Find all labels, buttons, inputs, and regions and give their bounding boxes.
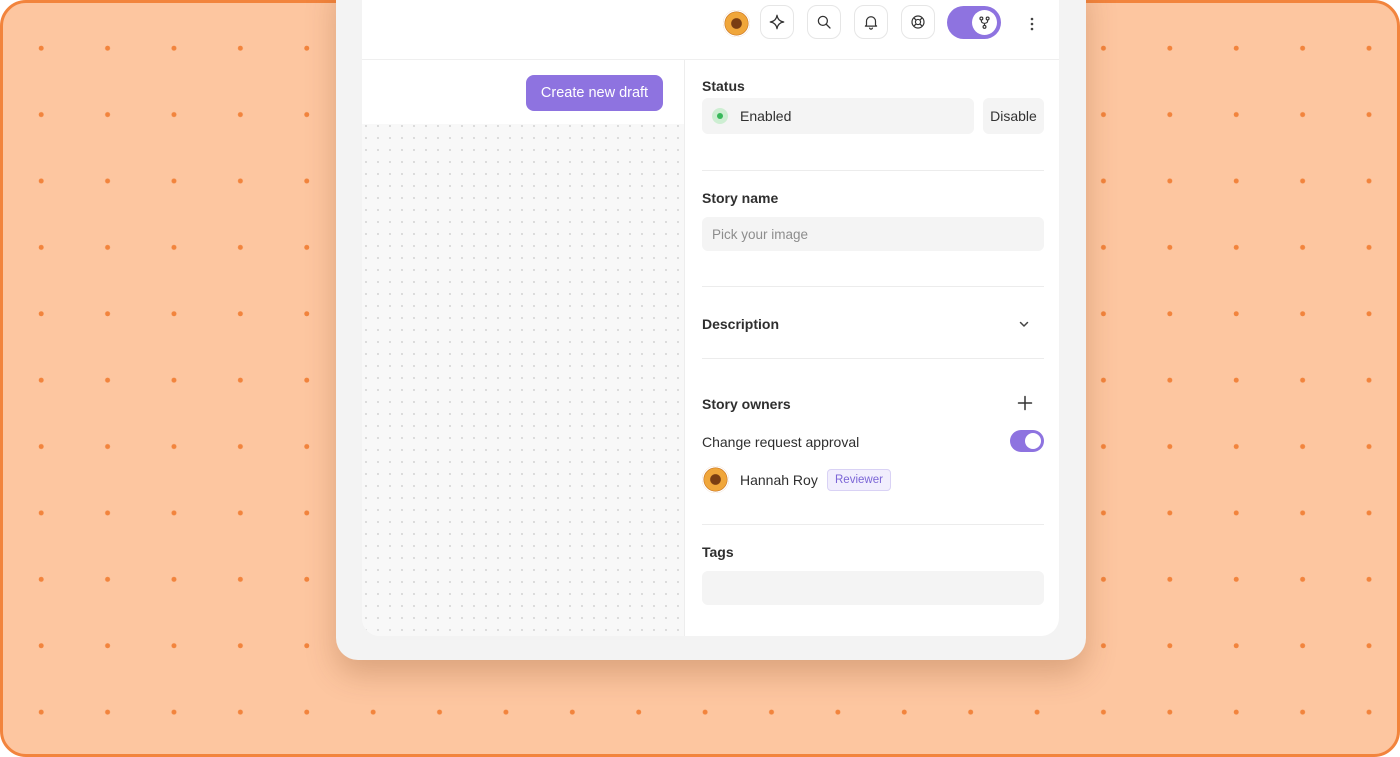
chevron-down-icon[interactable] [1016, 316, 1032, 332]
disable-button[interactable]: Disable [983, 98, 1044, 134]
draft-bar: Create new draft [362, 60, 684, 124]
create-new-draft-button[interactable]: Create new draft [526, 75, 663, 111]
status-value: Enabled [740, 108, 792, 124]
dotted-canvas[interactable] [362, 124, 684, 636]
status-indicator: Enabled [702, 98, 974, 134]
status-dot-icon [712, 108, 728, 124]
more-vertical-icon [1030, 17, 1034, 31]
divider [702, 170, 1044, 171]
toggle-knob [1025, 433, 1041, 449]
reviewer-badge: Reviewer [827, 469, 891, 491]
help-button[interactable] [901, 5, 935, 39]
sparkle-icon [769, 14, 785, 30]
change-request-approval-label: Change request approval [702, 434, 860, 450]
story-name-label: Story name [702, 190, 779, 206]
divider [702, 524, 1044, 525]
add-owner-icon[interactable] [1016, 394, 1034, 412]
tags-label: Tags [702, 544, 734, 560]
more-options-button[interactable] [1020, 14, 1044, 34]
story-canvas-pane: Create new draft [362, 60, 685, 636]
search-button[interactable] [807, 5, 841, 39]
status-label: Status [702, 78, 745, 94]
divider [702, 286, 1044, 287]
ai-assistant-button[interactable] [760, 5, 794, 39]
story-owners-label: Story owners [702, 396, 791, 412]
help-lifebuoy-icon [911, 15, 925, 29]
owner-avatar [702, 466, 729, 493]
search-icon [817, 15, 831, 29]
divider [702, 358, 1044, 359]
story-name-input[interactable] [702, 217, 1044, 251]
bell-icon [864, 16, 878, 30]
top-toolbar [362, 0, 1059, 60]
user-avatar[interactable] [723, 10, 750, 37]
owner-name: Hannah Roy [740, 472, 818, 488]
branch-icon [979, 16, 990, 29]
toggle-knob [972, 10, 997, 35]
branch-mode-toggle[interactable] [947, 6, 1001, 39]
notifications-button[interactable] [854, 5, 888, 39]
change-request-approval-toggle[interactable] [1010, 430, 1044, 452]
tags-input[interactable] [702, 571, 1044, 605]
story-settings-panel: Status Enabled Disable Story name Descri… [702, 60, 1044, 636]
description-label: Description [702, 316, 780, 332]
app-window: Create new draft Status Enabled Disable … [362, 0, 1059, 636]
